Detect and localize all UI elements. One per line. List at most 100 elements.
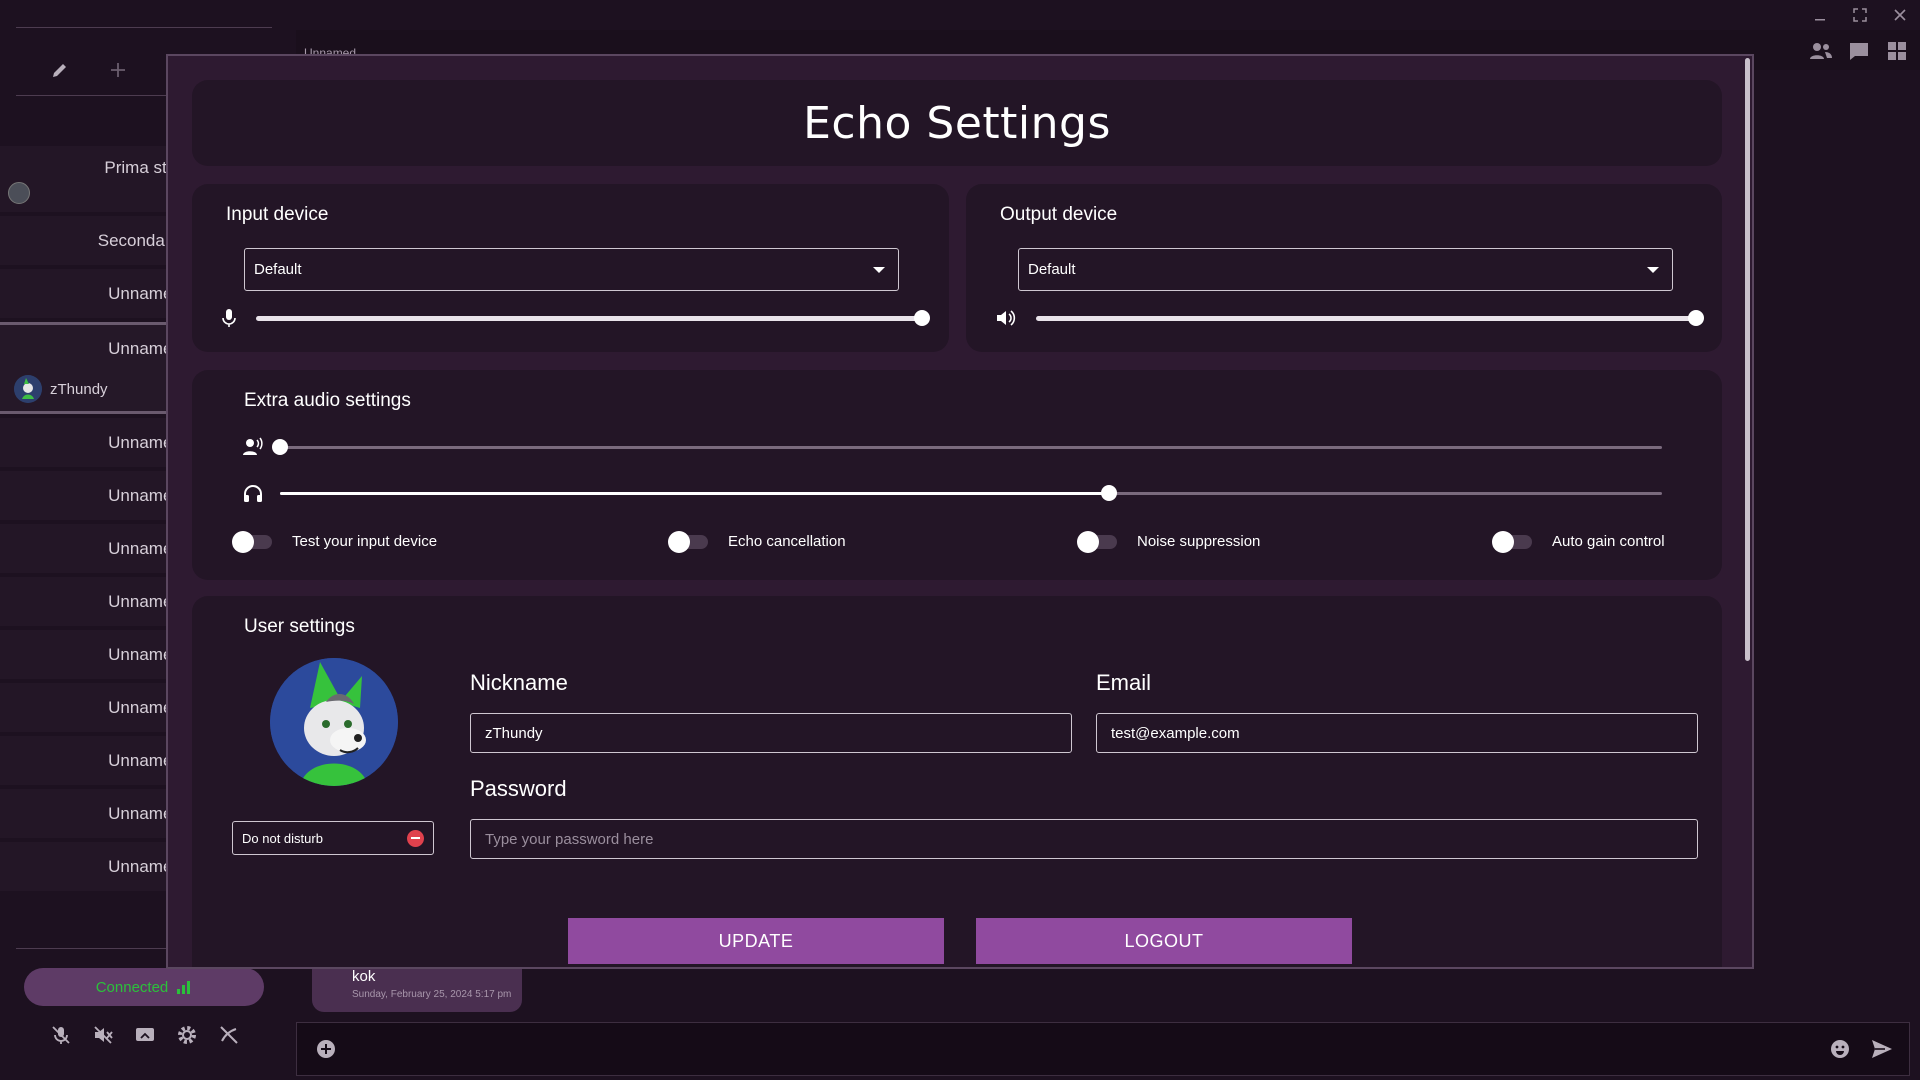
screen-share-button[interactable] — [132, 1022, 158, 1048]
toggle-switch[interactable] — [1077, 530, 1117, 553]
minimize-icon — [1815, 19, 1825, 21]
speaker-icon — [997, 310, 1016, 326]
signal-icon — [177, 981, 191, 994]
close-window-button[interactable] — [1880, 0, 1920, 30]
minimize-button[interactable] — [1800, 0, 1840, 30]
input-volume-thumb[interactable] — [914, 310, 930, 326]
connection-status-button[interactable]: Connected — [24, 968, 264, 1006]
room-member[interactable]: zThundy — [14, 375, 108, 403]
noise-suppression-toggle[interactable]: Noise suppression — [1077, 530, 1261, 553]
input-device-label: Input device — [226, 204, 329, 225]
connection-status-label: Connected — [95, 978, 169, 996]
grid-icon — [1888, 42, 1906, 60]
divider — [16, 27, 272, 28]
chat-button[interactable] — [1846, 38, 1872, 64]
input-sensitivity-slider[interactable] — [272, 439, 1662, 455]
do-not-disturb-icon — [407, 829, 424, 847]
output-device-select[interactable]: Default — [1018, 248, 1673, 291]
output-volume-row — [996, 306, 1704, 330]
input-volume-row — [222, 306, 930, 330]
toggle-switch[interactable] — [668, 530, 708, 553]
email-field[interactable] — [1096, 713, 1698, 753]
close-icon — [1894, 9, 1906, 21]
nickname-label: Nickname — [470, 670, 568, 695]
microphone-off-icon — [52, 1026, 70, 1044]
nickname-field[interactable] — [470, 713, 1072, 753]
input-volume-slider[interactable] — [256, 310, 930, 326]
users-button[interactable] — [1808, 38, 1834, 64]
add-room-button[interactable] — [104, 56, 132, 84]
input-device-card: Input device Default — [192, 184, 949, 352]
password-label: Password — [470, 776, 567, 801]
test-input-toggle[interactable]: Test your input device — [232, 530, 437, 553]
maximize-icon — [1853, 8, 1867, 22]
toggle-label: Auto gain control — [1552, 533, 1665, 550]
status-value: Do not disturb — [242, 830, 323, 846]
user-settings-label: User settings — [244, 616, 355, 637]
chat-icon — [1850, 43, 1868, 60]
users-icon — [1810, 43, 1832, 59]
grid-view-button[interactable] — [1884, 38, 1910, 64]
toggle-label: Noise suppression — [1137, 533, 1261, 550]
slider-fill — [280, 491, 1110, 495]
monitor-volume-slider[interactable] — [280, 485, 1662, 501]
window-controls — [1800, 0, 1920, 30]
attach-button[interactable] — [313, 1036, 339, 1062]
plus-icon — [111, 62, 125, 77]
password-field[interactable] — [470, 819, 1698, 859]
output-device-card: Output device Default — [966, 184, 1722, 352]
monitor-volume-thumb[interactable] — [1101, 485, 1118, 501]
email-label: Email — [1096, 670, 1152, 695]
output-volume-thumb[interactable] — [1688, 310, 1704, 326]
output-device-value: Default — [1028, 261, 1076, 278]
add-circle-icon — [317, 1040, 335, 1058]
message-text: kok — [352, 968, 376, 985]
avatar — [8, 182, 30, 204]
message-composer[interactable] — [296, 1022, 1910, 1076]
settings-modal: Echo Settings Input device Default Outpu… — [166, 54, 1754, 969]
screen-share-icon — [136, 1028, 154, 1041]
user-settings-card: User settings Do not disturb Nickname zT… — [192, 596, 1722, 967]
pencil-icon — [53, 63, 66, 77]
output-volume-slider[interactable] — [1036, 310, 1704, 326]
deafen-button[interactable] — [90, 1022, 116, 1048]
settings-button[interactable] — [174, 1022, 200, 1048]
speaker-off-icon — [94, 1026, 113, 1044]
modal-header: Echo Settings — [192, 80, 1722, 166]
message-timestamp: Sunday, February 25, 2024 5:17 pm — [352, 989, 512, 1000]
output-device-label: Output device — [1000, 204, 1118, 225]
update-button[interactable]: UPDATE — [568, 918, 944, 964]
edit-room-button[interactable] — [46, 56, 74, 84]
chevron-down-icon — [873, 266, 885, 273]
chat-message: kok Sunday, February 25, 2024 5:17 pm — [312, 962, 522, 1012]
auto-gain-toggle[interactable]: Auto gain control — [1492, 530, 1665, 553]
emoji-icon — [1831, 1040, 1849, 1058]
toggle-switch[interactable] — [232, 530, 272, 553]
disconnect-button[interactable] — [216, 1022, 242, 1048]
gear-icon — [178, 1026, 196, 1044]
input-sensitivity-thumb[interactable] — [272, 439, 288, 455]
room-member-name: zThundy — [50, 380, 108, 398]
echo-cancellation-toggle[interactable]: Echo cancellation — [668, 530, 846, 553]
microphone-icon — [222, 309, 236, 327]
input-device-value: Default — [254, 261, 302, 278]
toggle-switch[interactable] — [1492, 530, 1532, 553]
mute-mic-button[interactable] — [48, 1022, 74, 1048]
maximize-button[interactable] — [1840, 0, 1880, 30]
status-select[interactable]: Do not disturb — [232, 821, 434, 855]
voice-controls — [48, 1022, 242, 1048]
emoji-button[interactable] — [1827, 1036, 1853, 1062]
toggle-label: Echo cancellation — [728, 533, 846, 550]
voice-activity-icon — [243, 437, 263, 455]
avatar — [14, 375, 42, 403]
scrollbar[interactable] — [1745, 58, 1750, 661]
input-device-select[interactable]: Default — [244, 248, 899, 291]
chevron-down-icon — [1647, 266, 1659, 273]
logout-button[interactable]: LOGOUT — [976, 918, 1352, 964]
send-button[interactable] — [1869, 1036, 1895, 1062]
header-actions — [1808, 38, 1910, 64]
headphones-icon — [244, 485, 262, 502]
modal-title: Echo Settings — [803, 97, 1111, 149]
send-icon — [1872, 1040, 1892, 1058]
avatar[interactable] — [270, 658, 398, 786]
